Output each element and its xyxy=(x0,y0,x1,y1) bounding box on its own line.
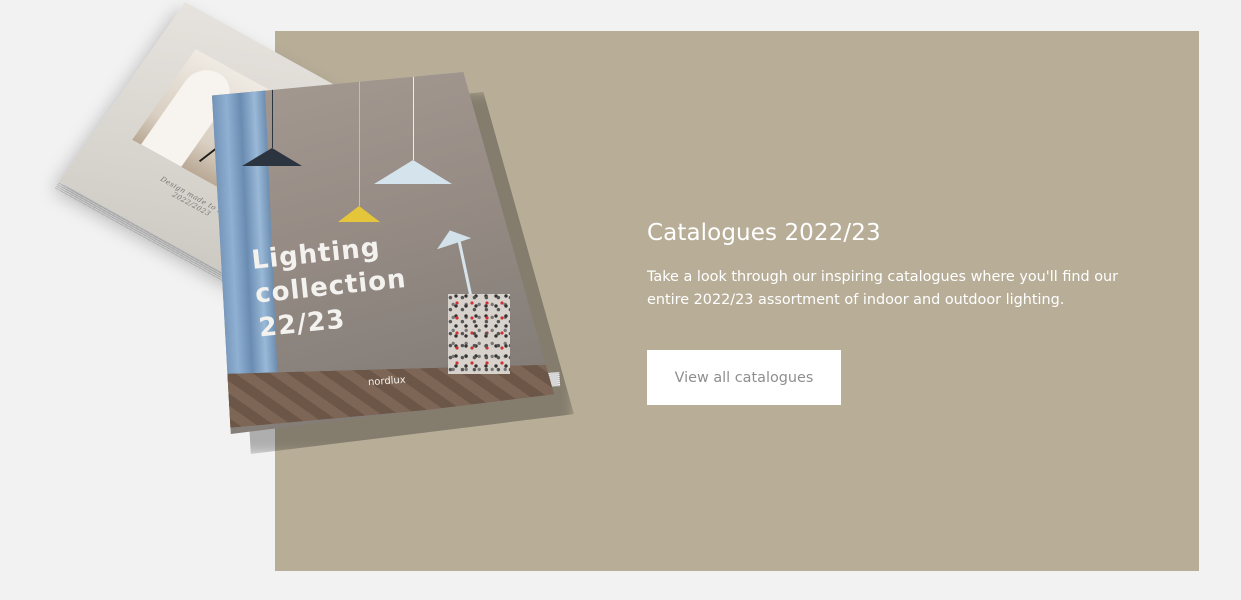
lamp-cord xyxy=(359,72,360,206)
catalogue-front-image[interactable]: Lighting collection 22/23 nordlux xyxy=(212,72,574,454)
section-description: Take a look through our inspiring catalo… xyxy=(647,269,1119,308)
desk-lamp-arm xyxy=(457,240,474,302)
pendant-lamp-dark-icon xyxy=(242,148,302,166)
pendant-lamp-white-icon xyxy=(374,160,452,184)
lamp-cord xyxy=(272,82,273,148)
section-heading: Catalogues 2022/23 xyxy=(647,220,881,246)
catalogues-section: dftp Design made to last 2022/2023 Light… xyxy=(0,0,1241,600)
lamp-cord xyxy=(413,72,414,160)
catalogues-text: Catalogues 2022/23 Take a look through o… xyxy=(647,216,1147,312)
view-all-catalogues-button[interactable]: View all catalogues xyxy=(647,350,841,405)
pendant-lamp-yellow-icon xyxy=(338,206,380,222)
catalogue-front-cover: Lighting collection 22/23 nordlux xyxy=(212,72,554,434)
catalogue-front-title: Lighting collection 22/23 xyxy=(250,232,408,344)
